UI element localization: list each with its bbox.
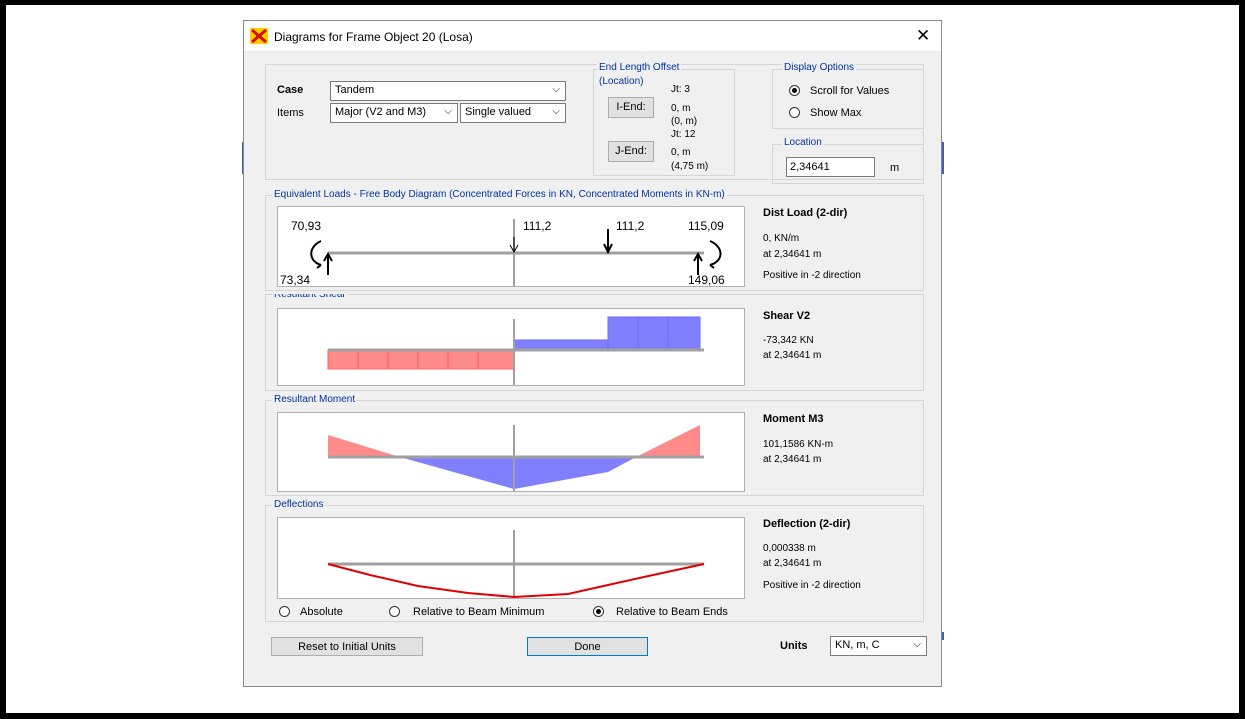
relative-min-radio[interactable] bbox=[389, 606, 400, 617]
force-mid1-arrow bbox=[509, 237, 519, 254]
units-value: KN, m, C bbox=[835, 639, 880, 651]
equivalent-loads-title: Equivalent Loads - Free Body Diagram (Co… bbox=[272, 189, 727, 201]
free-body-diagram: 70,93 111,2 111,2 115,09 73,34 149,06 bbox=[277, 206, 745, 287]
force-mid1-label: 111,2 bbox=[523, 219, 552, 233]
i-end-button[interactable]: I-End: bbox=[608, 97, 654, 118]
j-end-value: 0, m bbox=[671, 147, 691, 158]
relative-ends-radio[interactable] bbox=[593, 606, 604, 617]
moment-positive-right bbox=[514, 457, 636, 489]
deflection-svg bbox=[327, 530, 705, 598]
j-end-joint: Jt: 12 bbox=[671, 129, 696, 140]
deflection-info-title: Deflection (2-dir) bbox=[763, 518, 851, 530]
moment-diagram bbox=[277, 412, 745, 492]
end-length-offset-subtitle: (Location) bbox=[597, 76, 646, 88]
moment-info-at: at 2,34641 m bbox=[763, 454, 822, 465]
chevron-down-icon: ⌵ bbox=[552, 106, 560, 117]
i-end-value: 0, m bbox=[671, 103, 691, 114]
mode-value: Single valued bbox=[465, 106, 532, 118]
chevron-down-icon: ⌵ bbox=[913, 639, 921, 650]
dist-load-note: Positive in -2 direction bbox=[763, 270, 861, 281]
moment-negative-right bbox=[636, 425, 700, 457]
moment-left-icon bbox=[310, 240, 322, 269]
free-body-svg bbox=[310, 219, 722, 286]
moment-info-value: 101,1586 KN-m bbox=[763, 439, 834, 450]
location-input[interactable]: 2,34641 bbox=[786, 157, 875, 177]
shear-positive-fill-2 bbox=[607, 316, 701, 351]
i-end-location: (0, m) bbox=[671, 116, 698, 127]
moment-info-title: Moment M3 bbox=[763, 413, 824, 425]
units-label: Units bbox=[780, 640, 808, 652]
dist-load-at: at 2,34641 m bbox=[763, 249, 822, 260]
title-bar[interactable]: Diagrams for Frame Object 20 (Losa) ✕ bbox=[244, 21, 941, 51]
show-max-radio[interactable] bbox=[789, 107, 800, 118]
moment-left-label: 70,93 bbox=[291, 219, 322, 233]
reaction-left-label: 73,34 bbox=[280, 273, 311, 287]
force-mid2-arrow bbox=[603, 229, 613, 255]
reaction-right-label: 149,06 bbox=[688, 273, 725, 287]
display-options-group bbox=[772, 69, 924, 129]
deflection-info-at: at 2,34641 m bbox=[763, 558, 822, 569]
chevron-down-icon: ⌵ bbox=[552, 84, 560, 95]
shear-negative-fill bbox=[327, 349, 515, 370]
deflection-info-value: 0,000338 m bbox=[763, 543, 816, 554]
app-icon bbox=[250, 28, 268, 44]
background-edge bbox=[942, 142, 944, 174]
items-label: Items bbox=[277, 107, 304, 119]
moment-title: Resultant Moment bbox=[272, 394, 358, 406]
deflection-info-note: Positive in -2 direction bbox=[763, 580, 861, 591]
scroll-for-values-label[interactable]: Scroll for Values bbox=[810, 85, 889, 97]
deflections-title: Deflections bbox=[272, 499, 326, 511]
moment-svg bbox=[328, 425, 704, 491]
force-mid2-label: 111,2 bbox=[616, 219, 645, 233]
deflection-curve bbox=[327, 563, 705, 598]
case-select[interactable]: Tandem ⌵ bbox=[330, 81, 566, 101]
location-title: Location bbox=[782, 137, 824, 149]
display-options-title: Display Options bbox=[782, 62, 857, 74]
end-length-offset-title: End Length Offset bbox=[597, 62, 682, 74]
case-label: Case bbox=[277, 84, 304, 96]
reaction-right-arrow bbox=[693, 251, 703, 275]
location-unit: m bbox=[890, 162, 900, 174]
case-value: Tandem bbox=[335, 84, 375, 96]
j-end-location: (4,75 m) bbox=[671, 161, 709, 172]
j-end-button[interactable]: J-End: bbox=[608, 141, 654, 162]
shear-info-title: Shear V2 bbox=[763, 310, 811, 322]
deflection-diagram bbox=[277, 517, 745, 599]
mode-select[interactable]: Single valued ⌵ bbox=[460, 103, 566, 123]
absolute-radio[interactable] bbox=[279, 606, 290, 617]
moment-positive-left bbox=[400, 457, 514, 489]
moment-right-label: 115,09 bbox=[688, 219, 724, 233]
reset-units-button[interactable]: Reset to Initial Units bbox=[271, 637, 423, 656]
units-select[interactable]: KN, m, C ⌵ bbox=[830, 636, 927, 656]
chevron-down-icon: ⌵ bbox=[444, 106, 452, 117]
show-max-label[interactable]: Show Max bbox=[810, 107, 861, 119]
shear-svg bbox=[327, 316, 704, 385]
dist-load-value: 0, KN/m bbox=[763, 233, 800, 244]
reaction-left-arrow bbox=[323, 251, 333, 275]
dist-load-title: Dist Load (2-dir) bbox=[763, 207, 848, 219]
scroll-for-values-radio[interactable] bbox=[789, 85, 800, 96]
window-title: Diagrams for Frame Object 20 (Losa) bbox=[274, 30, 473, 44]
relative-ends-label[interactable]: Relative to Beam Ends bbox=[616, 606, 728, 618]
moment-right-icon bbox=[709, 240, 722, 269]
moment-negative-left bbox=[328, 435, 400, 457]
shear-info-value: -73,342 KN bbox=[763, 335, 814, 346]
absolute-label[interactable]: Absolute bbox=[300, 606, 343, 618]
close-icon[interactable]: ✕ bbox=[916, 26, 930, 46]
items-value: Major (V2 and M3) bbox=[335, 106, 427, 118]
shear-diagram bbox=[277, 308, 745, 386]
i-end-joint: Jt: 3 bbox=[671, 84, 690, 95]
diagrams-dialog: Diagrams for Frame Object 20 (Losa) ✕ Ca… bbox=[243, 20, 942, 687]
done-button[interactable]: Done bbox=[527, 637, 648, 656]
background-edge bbox=[942, 632, 944, 640]
relative-min-label[interactable]: Relative to Beam Minimum bbox=[413, 606, 544, 618]
items-select[interactable]: Major (V2 and M3) ⌵ bbox=[330, 103, 458, 123]
shear-info-at: at 2,34641 m bbox=[763, 350, 822, 361]
